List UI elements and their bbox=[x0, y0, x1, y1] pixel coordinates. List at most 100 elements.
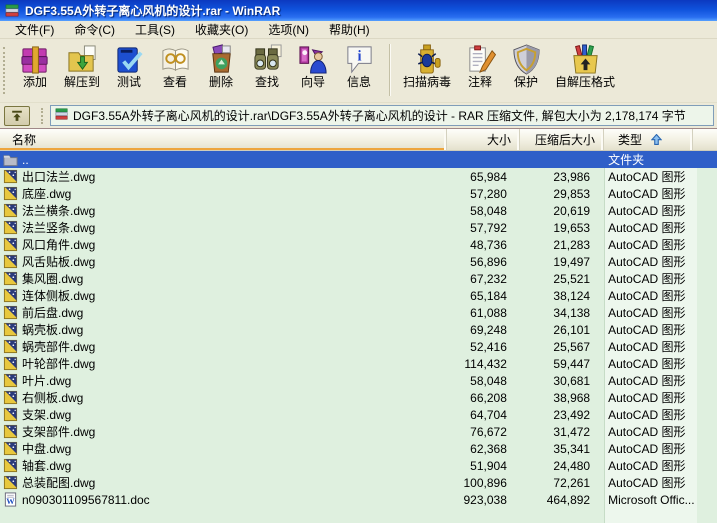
table-row[interactable]: W .. 文件夹 bbox=[0, 151, 717, 168]
file-size: 51,904 bbox=[470, 458, 507, 473]
table-row[interactable]: W 连体侧板.dwg 65,184 38,124 AutoCAD 图形 bbox=[0, 287, 717, 304]
table-row[interactable]: W 风口角件.dwg 48,736 21,283 AutoCAD 图形 bbox=[0, 236, 717, 253]
protect-button-label: 保护 bbox=[514, 75, 539, 89]
sfx-button[interactable]: 自解压格式 bbox=[549, 41, 621, 99]
table-row[interactable]: W 出口法兰.dwg 65,984 23,986 AutoCAD 图形 bbox=[0, 168, 717, 185]
file-name: 中盘.dwg bbox=[22, 442, 72, 456]
column-header-type[interactable]: 类型 bbox=[604, 129, 693, 150]
name-cell: W 右侧板.dwg bbox=[0, 389, 443, 406]
autocad-drawing-icon bbox=[3, 424, 18, 439]
file-name: .. bbox=[22, 152, 29, 167]
autocad-drawing-icon bbox=[3, 288, 18, 303]
extract-to-button[interactable]: 解压到 bbox=[58, 41, 106, 99]
file-name: n090301109567811.doc bbox=[22, 492, 150, 507]
file-packed-size: 25,567 bbox=[553, 339, 591, 354]
file-icon: W bbox=[3, 356, 18, 371]
scan-virus-button[interactable]: 扫描病毒 bbox=[397, 41, 457, 99]
column-header-packed-size[interactable]: 压缩后大小 bbox=[520, 129, 604, 150]
scan-virus-button-label: 扫描病毒 bbox=[403, 75, 452, 89]
file-size: 114,432 bbox=[464, 356, 507, 371]
file-size: 66,208 bbox=[470, 390, 507, 405]
file-name: 右侧板.dwg bbox=[22, 391, 84, 405]
find-icon bbox=[252, 44, 283, 75]
name-cell: W 叶轮部件.dwg bbox=[0, 355, 443, 372]
table-row[interactable]: W 中盘.dwg 62,368 35,341 AutoCAD 图形 bbox=[0, 440, 717, 457]
find-button[interactable]: 查找 bbox=[244, 41, 290, 99]
scan-virus-icon bbox=[412, 44, 443, 75]
toolbar-grip[interactable] bbox=[3, 47, 7, 94]
table-row[interactable]: W 总装配图.dwg 100,896 72,261 AutoCAD 图形 bbox=[0, 474, 717, 491]
file-icon: W bbox=[3, 339, 18, 354]
view-button[interactable]: 查看 bbox=[152, 41, 198, 99]
column-header-size[interactable]: 大小 bbox=[447, 129, 520, 150]
archive-path-combobox[interactable]: DGF3.55A外转子离心风机的设计.rar\DGF3.55A外转子离心风机的设… bbox=[50, 105, 714, 126]
table-row[interactable]: W 蜗壳部件.dwg 52,416 25,567 AutoCAD 图形 bbox=[0, 338, 717, 355]
file-type: AutoCAD 图形 bbox=[608, 306, 686, 320]
info-button[interactable]: i 信息 bbox=[336, 41, 382, 99]
table-row[interactable]: W 叶轮部件.dwg 114,432 59,447 AutoCAD 图形 bbox=[0, 355, 717, 372]
svg-text:i: i bbox=[357, 48, 361, 64]
menu-item[interactable]: 工具(S) bbox=[125, 20, 185, 39]
comment-button[interactable]: 注释 bbox=[457, 41, 503, 99]
wizard-button-label: 向导 bbox=[301, 75, 326, 89]
file-size: 58,048 bbox=[470, 373, 507, 388]
table-row[interactable]: W 轴套.dwg 51,904 24,480 AutoCAD 图形 bbox=[0, 457, 717, 474]
up-one-level-button[interactable] bbox=[4, 105, 30, 126]
file-packed-size: 34,138 bbox=[553, 305, 591, 320]
autocad-drawing-icon bbox=[3, 390, 18, 405]
file-type: AutoCAD 图形 bbox=[608, 187, 686, 201]
test-button-label: 测试 bbox=[117, 75, 142, 89]
winrar-window: DGF3.55A外转子离心风机的设计.rar - WinRAR 文件(F) 命令… bbox=[0, 0, 717, 523]
test-button[interactable]: 测试 bbox=[106, 41, 152, 99]
file-icon: W bbox=[3, 203, 18, 218]
add-button[interactable]: 添加 bbox=[12, 41, 58, 99]
menu-item[interactable]: 命令(C) bbox=[64, 20, 125, 39]
file-packed-size: 72,261 bbox=[553, 475, 591, 490]
file-size: 100,896 bbox=[463, 475, 507, 490]
table-row[interactable]: W 前后盘.dwg 61,088 34,138 AutoCAD 图形 bbox=[0, 304, 717, 321]
archive-path-text: DGF3.55A外转子离心风机的设计.rar\DGF3.55A外转子离心风机的设… bbox=[73, 109, 686, 123]
menu-item[interactable]: 帮助(H) bbox=[319, 20, 380, 39]
file-packed-size: 35,341 bbox=[553, 441, 591, 456]
name-cell: W 蜗壳板.dwg bbox=[0, 321, 443, 338]
info-button-label: 信息 bbox=[347, 75, 372, 89]
extract-to-icon bbox=[67, 44, 98, 75]
folder-icon bbox=[3, 155, 18, 167]
table-row[interactable]: W 支架部件.dwg 76,672 31,472 AutoCAD 图形 bbox=[0, 423, 717, 440]
addressbar-grip[interactable] bbox=[41, 107, 45, 124]
file-size: 57,792 bbox=[470, 220, 507, 235]
table-row[interactable]: W n090301109567811.doc 923,038 464,892 M… bbox=[0, 491, 717, 508]
column-header-name[interactable]: 名称 bbox=[0, 129, 447, 150]
table-row[interactable]: W 支架.dwg 64,704 23,492 AutoCAD 图形 bbox=[0, 406, 717, 423]
name-cell: W 风口角件.dwg bbox=[0, 236, 443, 253]
word-document-icon: W bbox=[4, 492, 17, 507]
table-row[interactable]: W 法兰竖条.dwg 57,792 19,653 AutoCAD 图形 bbox=[0, 219, 717, 236]
protect-button[interactable]: 保护 bbox=[503, 41, 549, 99]
file-icon: W bbox=[3, 390, 18, 405]
delete-button[interactable]: 删除 bbox=[198, 41, 244, 99]
autocad-drawing-icon bbox=[3, 203, 18, 218]
protect-icon bbox=[511, 44, 542, 75]
menu-item[interactable]: 选项(N) bbox=[258, 20, 319, 39]
file-packed-size: 25,521 bbox=[553, 271, 591, 286]
table-row[interactable]: W 风舌贴板.dwg 56,896 19,497 AutoCAD 图形 bbox=[0, 253, 717, 270]
up-arrow-icon bbox=[10, 109, 24, 123]
name-cell: W 轴套.dwg bbox=[0, 457, 443, 474]
table-row[interactable]: W 底座.dwg 57,280 29,853 AutoCAD 图形 bbox=[0, 185, 717, 202]
menu-item[interactable]: 文件(F) bbox=[5, 20, 64, 39]
table-row[interactable]: W 叶片.dwg 58,048 30,681 AutoCAD 图形 bbox=[0, 372, 717, 389]
table-row[interactable]: W 集风圈.dwg 67,232 25,521 AutoCAD 图形 bbox=[0, 270, 717, 287]
file-icon: W bbox=[3, 220, 18, 235]
file-type: AutoCAD 图形 bbox=[608, 323, 686, 337]
table-row[interactable]: W 蜗壳板.dwg 69,248 26,101 AutoCAD 图形 bbox=[0, 321, 717, 338]
delete-icon bbox=[206, 44, 237, 75]
file-name: 轴套.dwg bbox=[22, 459, 72, 473]
autocad-drawing-icon bbox=[3, 322, 18, 337]
table-row[interactable]: W 法兰横条.dwg 58,048 20,619 AutoCAD 图形 bbox=[0, 202, 717, 219]
menu-item[interactable]: 收藏夹(O) bbox=[185, 20, 258, 39]
column-header-row: 名称 大小 压缩后大小 类型 bbox=[0, 129, 717, 151]
table-row[interactable]: W 右侧板.dwg 66,208 38,968 AutoCAD 图形 bbox=[0, 389, 717, 406]
wizard-button[interactable]: 向导 bbox=[290, 41, 336, 99]
file-size: 61,088 bbox=[470, 305, 507, 320]
file-size: 923,038 bbox=[463, 492, 507, 507]
